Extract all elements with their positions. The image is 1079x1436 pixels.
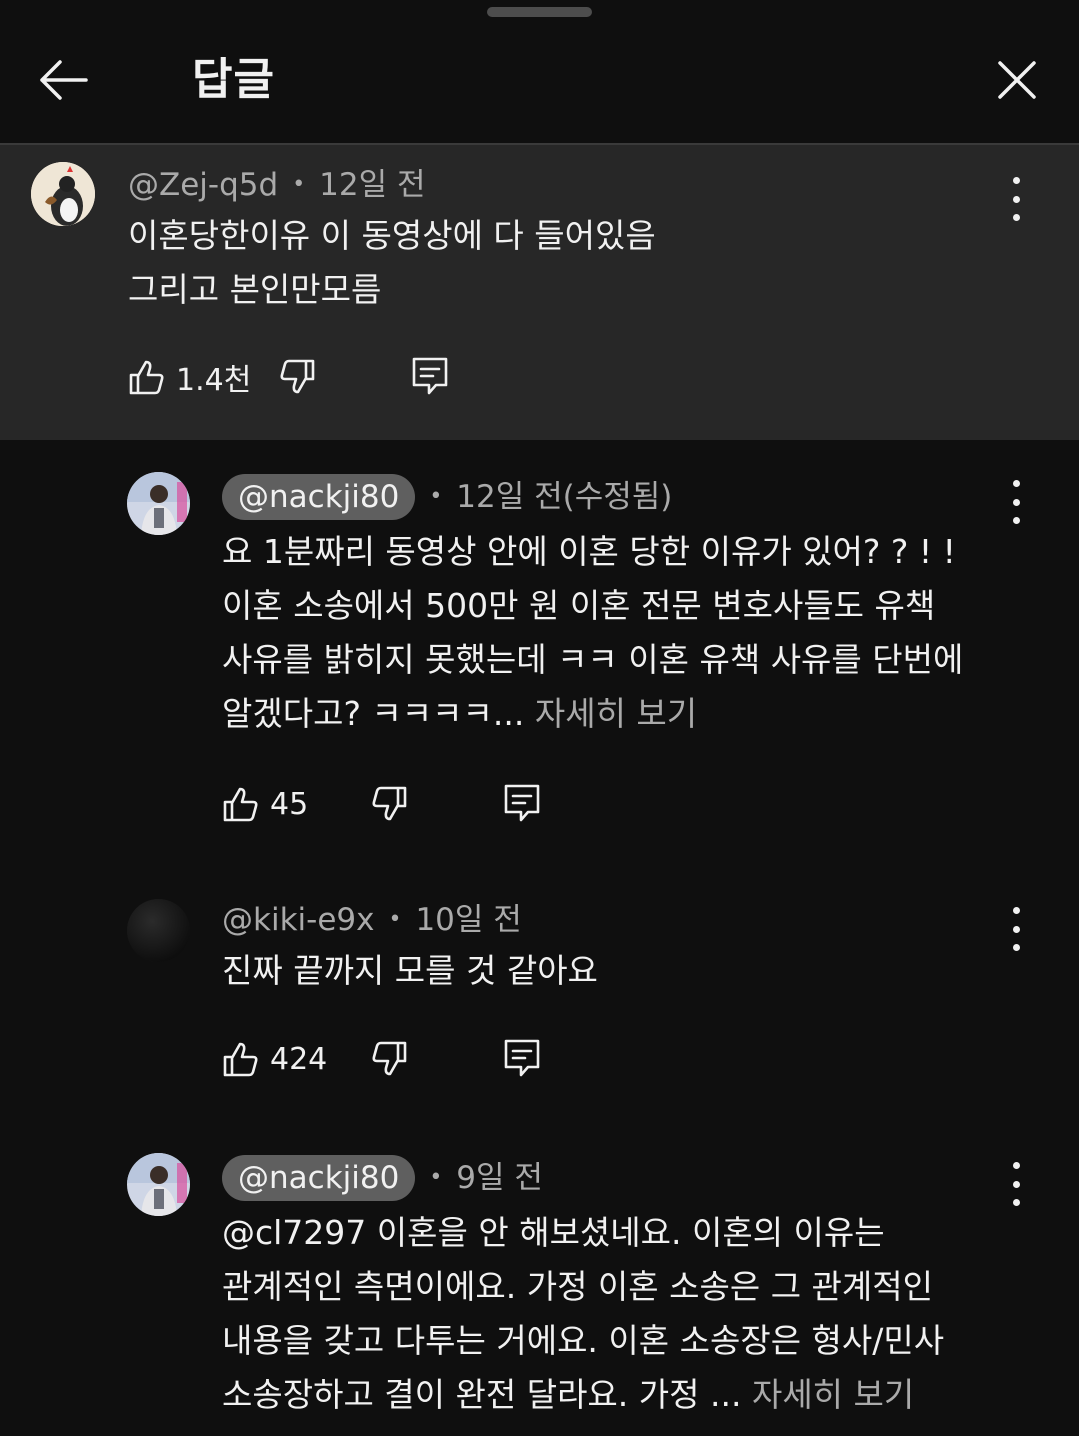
like-button[interactable]: 45: [222, 780, 308, 828]
kebab-dot: [1012, 1199, 1020, 1206]
comment-text: 진짜 끝까지 모를 것 같아요: [222, 951, 598, 990]
more-options-button[interactable]: [1006, 177, 1026, 221]
comment-time: 12일 전(수정됨): [456, 479, 673, 515]
page-title: 답글: [192, 54, 275, 105]
read-more-link[interactable]: 자세히 보기: [752, 1375, 914, 1414]
dislike-button[interactable]: [370, 1035, 408, 1083]
comment-meta: @kiki-e9x • 10일 전: [222, 902, 522, 938]
header: 답글: [0, 22, 1079, 142]
kebab-dot: [1012, 480, 1020, 487]
like-button[interactable]: 1.4천: [128, 353, 251, 401]
comment-text: @cl7297 이혼을 안 해보셨네요. 이혼의 이유는 관계적인 측면이에요.…: [222, 1213, 945, 1414]
dislike-button[interactable]: [370, 780, 408, 828]
avatar[interactable]: [127, 899, 190, 962]
thumbs-down-icon: [280, 359, 315, 394]
comment-actions: 1.4천: [128, 353, 468, 401]
avatar[interactable]: [127, 1153, 190, 1216]
like-count: 424: [270, 1041, 328, 1077]
like-button[interactable]: 424: [222, 1035, 327, 1083]
close-icon: [998, 61, 1036, 99]
reply-icon: [412, 357, 448, 395]
comment-time: 9일 전: [456, 1160, 543, 1196]
reply-icon: [504, 1039, 540, 1077]
kebab-dot: [1012, 195, 1020, 203]
kebab-dot: [1012, 517, 1020, 524]
kebab-dot: [1012, 498, 1020, 506]
reply-button[interactable]: [504, 1035, 540, 1083]
like-count: 45: [270, 786, 309, 822]
comment-meta: @nackji80 • 12일 전(수정됨): [222, 474, 672, 520]
reply-button[interactable]: [504, 780, 540, 828]
thumbs-down-icon: [372, 786, 407, 821]
comment-meta: @Zej-q5d • 12일 전: [128, 167, 426, 203]
reply-button[interactable]: [412, 353, 448, 401]
dislike-button[interactable]: [278, 353, 316, 401]
comment-author[interactable]: @kiki-e9x: [222, 902, 374, 938]
drag-handle[interactable]: [487, 7, 592, 17]
thumbs-up-icon: [129, 360, 164, 395]
thumbs-down-icon: [372, 1041, 407, 1076]
kebab-dot: [1012, 1162, 1020, 1169]
parent-comment: @Zej-q5d • 12일 전 이혼당한이유 이 동영상에 다 들어있음 그리고 …: [0, 145, 1079, 440]
comment-time: 10일 전: [415, 902, 522, 938]
arrow-left-icon: [40, 60, 88, 100]
comment-author[interactable]: @Zej-q5d: [128, 167, 278, 203]
thumbs-up-icon: [223, 787, 258, 822]
read-more-link[interactable]: 자세히 보기: [535, 694, 697, 733]
comment-text: 이혼당한이유 이 동영상에 다 들어있음 그리고 본인만모름: [128, 216, 656, 309]
avatar[interactable]: [31, 162, 95, 226]
kebab-dot: [1012, 925, 1020, 933]
comment-meta: @nackji80 • 9일 전: [222, 1155, 543, 1201]
kebab-dot: [1012, 214, 1020, 221]
comment-actions: 424: [222, 1035, 542, 1083]
comment-time: 12일 전: [319, 167, 426, 203]
avatar[interactable]: [127, 472, 190, 535]
creator-handle-badge[interactable]: @nackji80: [222, 474, 416, 520]
kebab-dot: [1012, 1180, 1020, 1188]
kebab-dot: [1012, 944, 1020, 951]
kebab-dot: [1012, 907, 1020, 914]
back-button[interactable]: [30, 50, 96, 110]
replies-sheet: 답글 @Zej-q5d • 12일 전 이혼당한이유 이 동영상에 다 들어있음…: [0, 0, 1079, 1436]
more-options-button[interactable]: [1006, 480, 1026, 524]
more-options-button[interactable]: [1006, 1162, 1026, 1206]
close-button[interactable]: [984, 48, 1050, 112]
more-options-button[interactable]: [1006, 907, 1026, 951]
thumbs-up-icon: [223, 1042, 258, 1077]
kebab-dot: [1012, 177, 1020, 184]
like-count: 1.4천: [176, 363, 252, 398]
comment-text: 요 1분짜리 동영상 안에 이혼 당한 이유가 있어? ? ! ! 이혼 소송에…: [222, 532, 964, 733]
reply-icon: [504, 784, 540, 822]
creator-handle-badge[interactable]: @nackji80: [222, 1155, 416, 1201]
comment-actions: 45: [222, 780, 542, 828]
